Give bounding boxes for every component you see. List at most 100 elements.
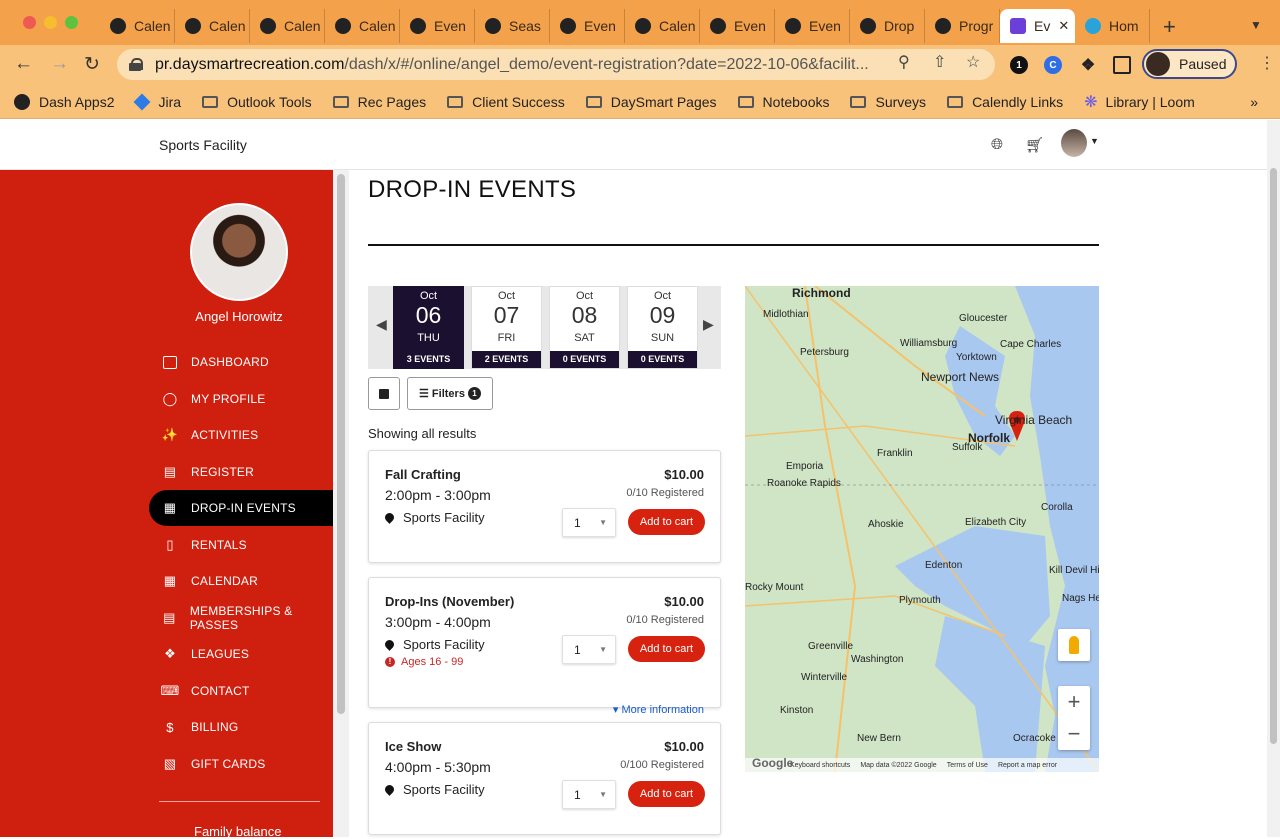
bookmark-item[interactable]: Calendly Links	[947, 92, 1063, 112]
add-to-cart-button[interactable]: Add to cart	[628, 509, 705, 535]
bookmark-item[interactable]: Surveys	[850, 92, 926, 112]
page-scrollbar-thumb[interactable]	[1270, 168, 1277, 744]
reload-button[interactable]: ↻	[84, 53, 100, 76]
chevron-right-icon[interactable]: ▶	[703, 316, 714, 333]
bookmark-star-icon[interactable]: ☆	[966, 52, 980, 72]
browser-tab[interactable]: Calen	[325, 9, 400, 43]
sidebar-item-register[interactable]: ▤ REGISTER	[149, 454, 333, 490]
bookmarks-overflow-button[interactable]: »	[1250, 94, 1258, 110]
location-pin-icon	[383, 783, 396, 796]
sidebar-item-my-profile[interactable]: ◯ MY PROFILE	[149, 381, 333, 417]
side-panel-icon[interactable]	[1113, 56, 1131, 74]
chevron-down-icon[interactable]: ▼	[1090, 136, 1099, 146]
sidebar-item-gift-cards[interactable]: ▧ GIFT CARDS	[149, 746, 333, 782]
browser-tab[interactable]: Progr	[925, 9, 1000, 43]
folder-icon	[585, 95, 602, 108]
puzzle-extensions-icon[interactable]: ❖	[1079, 56, 1097, 74]
map-label: Greenville	[808, 641, 854, 652]
date-option[interactable]: Oct 06 THU 3 EVENTS	[393, 286, 464, 369]
date-option[interactable]: Oct 09 SUN 0 EVENTS	[627, 286, 698, 369]
forward-button[interactable]: →	[50, 53, 69, 75]
date-day: 06	[415, 302, 442, 328]
browser-tab[interactable]: Even	[400, 9, 475, 43]
zoom-out-button[interactable]: −	[1058, 718, 1090, 750]
report-error-link[interactable]: Report a map error	[998, 762, 1057, 769]
filters-button[interactable]: ☰ Filters 1	[407, 377, 493, 410]
terms-link[interactable]: Terms of Use	[947, 762, 988, 769]
browser-tab[interactable]: Drop	[850, 9, 925, 43]
search-icon[interactable]: ⚲	[898, 52, 910, 72]
bookmark-item[interactable]: DaySmart Pages	[585, 92, 717, 112]
close-tab-icon[interactable]: ✕	[1058, 18, 1069, 34]
new-tab-button[interactable]: +	[1163, 14, 1176, 40]
folder-icon	[447, 95, 464, 108]
browser-tab[interactable]: Seas	[475, 9, 550, 43]
map-label: Edenton	[925, 560, 963, 571]
profile-button[interactable]: Paused	[1142, 49, 1237, 79]
sidebar-item-contact[interactable]: ⌨ CONTACT	[149, 673, 333, 709]
address-bar[interactable]: pr.daysmartrecreation.com/dash/x/#/onlin…	[117, 49, 995, 80]
map-canvas[interactable]	[745, 286, 1099, 772]
folder-icon	[202, 95, 219, 108]
user-avatar[interactable]	[1061, 129, 1087, 157]
browser-tab[interactable]: Hom	[1075, 9, 1150, 43]
maximize-window-button[interactable]	[65, 16, 78, 29]
bookmark-item[interactable]: Dash Apps2	[14, 92, 115, 112]
date-option[interactable]: Oct 07 FRI 2 EVENTS	[471, 286, 542, 369]
add-to-cart-button[interactable]: Add to cart	[628, 636, 705, 662]
quantity-select[interactable]: 1 ▼	[562, 508, 616, 537]
quantity-select[interactable]: 1 ▼	[562, 780, 616, 809]
bookmark-item[interactable]: Client Success	[447, 92, 565, 112]
cart-icon[interactable]: 🛒︎	[1025, 136, 1044, 154]
close-window-button[interactable]	[23, 16, 36, 29]
page-scrollbar[interactable]	[1267, 120, 1280, 837]
sidebar-scrollbar[interactable]	[333, 170, 349, 837]
sidebar-item-drop-in-events[interactable]: ▦ DROP-IN EVENTS	[149, 490, 333, 526]
calendar-button[interactable]	[368, 377, 400, 410]
onepassword-extension-icon[interactable]: 1	[1010, 56, 1028, 74]
sidebar-item-calendar[interactable]: ▦ CALENDAR	[149, 563, 333, 599]
tab-search-icon[interactable]: ▼	[1250, 18, 1262, 32]
minimize-window-button[interactable]	[44, 16, 57, 29]
browser-tab[interactable]: Even	[700, 9, 775, 43]
more-information-link[interactable]: ▾ More information	[613, 703, 704, 716]
title-divider	[368, 244, 1099, 246]
event-map[interactable]: Richmond Midlothian Gloucester Petersbur…	[745, 286, 1099, 772]
sidebar-item-memberships-passes[interactable]: ▤ MEMBERSHIPS & PASSES	[149, 600, 333, 636]
map-label: Emporia	[786, 461, 824, 472]
browser-tab[interactable]: Calen	[175, 9, 250, 43]
globe-icon[interactable]: 🌐︎	[991, 136, 1003, 153]
add-to-cart-button[interactable]: Add to cart	[628, 781, 705, 807]
zoom-in-button[interactable]: +	[1058, 686, 1090, 718]
bookmark-item[interactable]: ❋ Library | Loom	[1084, 92, 1195, 112]
sidebar-item-billing[interactable]: $ BILLING	[149, 709, 333, 745]
tab-label: Even	[434, 18, 466, 34]
quantity-select[interactable]: 1 ▼	[562, 635, 616, 664]
bookmark-item[interactable]: Notebooks	[737, 92, 829, 112]
browser-tab[interactable]: Calen	[100, 9, 175, 43]
chrome-menu-icon[interactable]: ⋮	[1259, 53, 1275, 73]
sidebar-item-rentals[interactable]: ▯ RENTALS	[149, 527, 333, 563]
sidebar-scrollbar-thumb[interactable]	[337, 174, 345, 714]
chevron-left-icon[interactable]: ◀	[376, 316, 387, 333]
facility-name[interactable]: Sports Facility	[159, 137, 247, 153]
bookmark-item[interactable]: Jira	[133, 92, 181, 112]
sidebar-item-dashboard[interactable]: DASHBOARD	[149, 344, 333, 380]
date-option[interactable]: Oct 08 SAT 0 EVENTS	[549, 286, 620, 369]
sidebar-item-leagues[interactable]: ❖ LEAGUES	[149, 636, 333, 672]
share-icon[interactable]: ⇧	[933, 52, 946, 72]
keyboard-shortcuts-link[interactable]: Keyboard shortcuts	[790, 762, 850, 769]
chrome-extension-icon[interactable]: C	[1044, 56, 1062, 74]
bookmark-item[interactable]: Outlook Tools	[202, 92, 312, 112]
browser-tab[interactable]: Calen	[625, 9, 700, 43]
browser-tab[interactable]: Ev ✕	[1000, 9, 1075, 43]
sidebar-item-activities[interactable]: ✨ ACTIVITIES	[149, 417, 333, 453]
browser-tab[interactable]: Even	[550, 9, 625, 43]
event-location-label: Sports Facility	[403, 782, 485, 797]
map-data-attribution: Map data ©2022 Google	[860, 761, 937, 769]
browser-tab[interactable]: Even	[775, 9, 850, 43]
browser-tab[interactable]: Calen	[250, 9, 325, 43]
street-view-pegman-icon[interactable]	[1058, 629, 1090, 661]
back-button[interactable]: ←	[14, 53, 33, 75]
bookmark-item[interactable]: Rec Pages	[332, 92, 426, 112]
